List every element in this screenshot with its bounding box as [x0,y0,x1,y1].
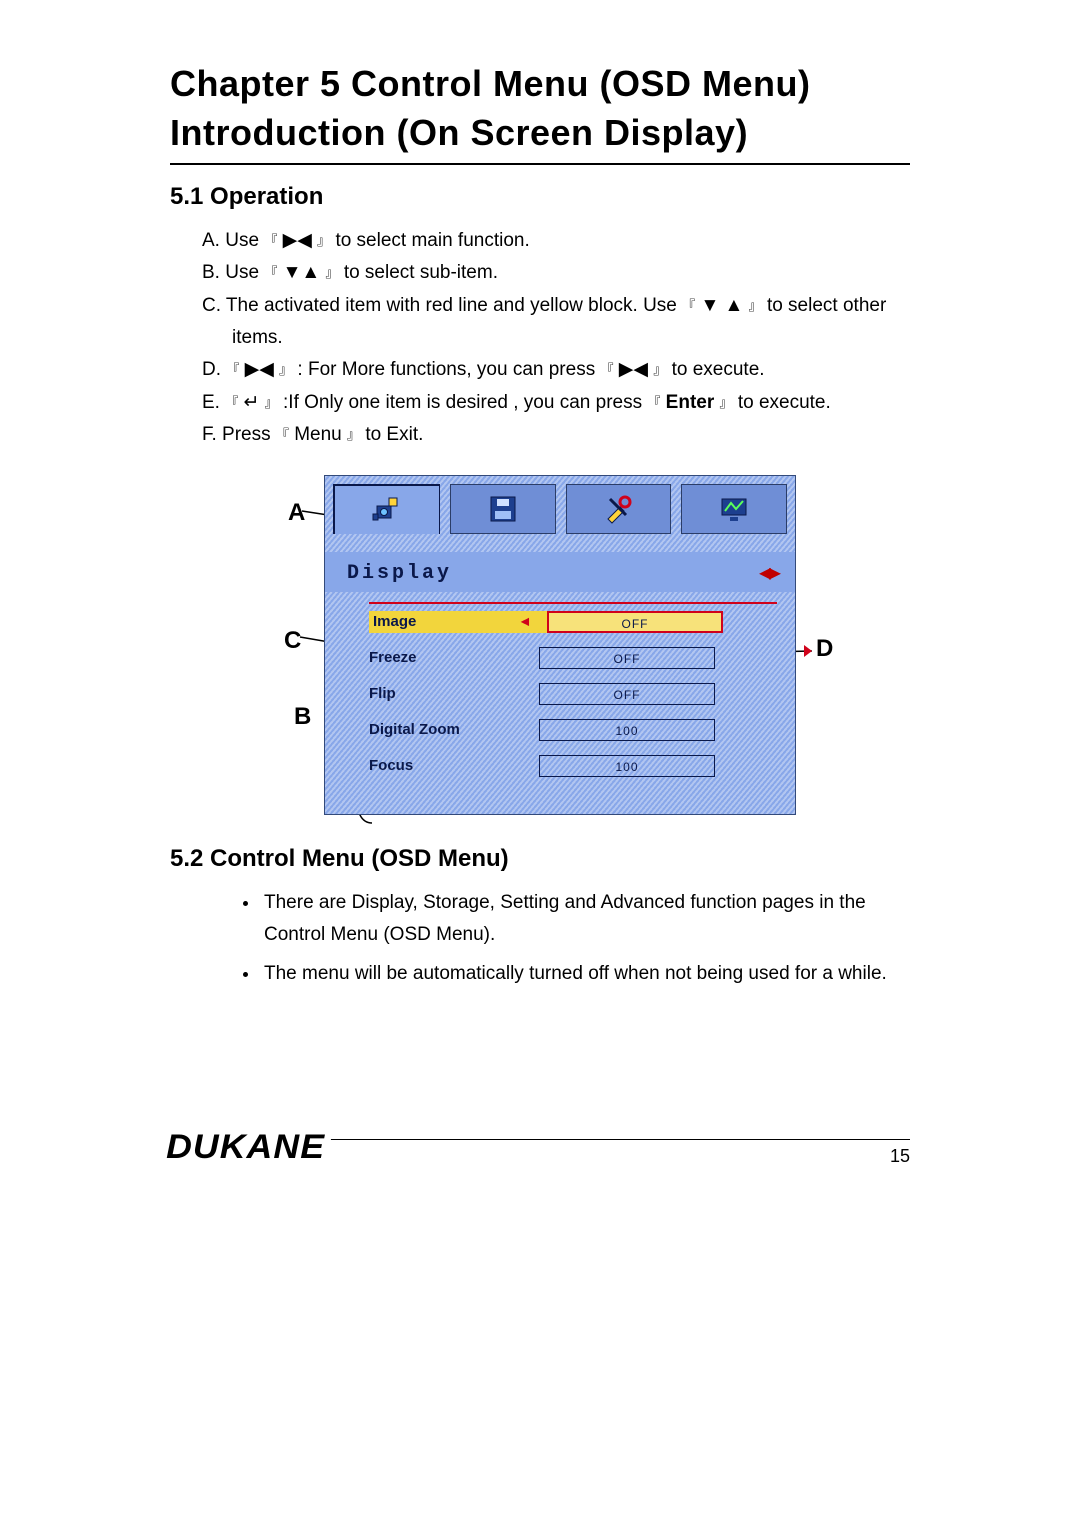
instruction-f: F. Press 『 Menu 』 to Exit. [202,419,910,451]
instruction-e: E. 『 ↵ 』 :If Only one item is desired , … [202,387,910,419]
osd-item-digital-zoom-value: 100 [539,719,715,741]
instruction-d: D. 『 ▶◀ 』 : For More functions, you can … [202,354,910,386]
osd-item-focus[interactable]: Focus 100 [369,748,777,784]
brand-logo: DUKANE [166,1128,331,1167]
page-number: 15 [890,1142,910,1167]
tools-icon [600,491,636,527]
osd-panel: Display ◀▶ Image ◀ OFF Freeze OFF Fl [324,475,796,815]
callout-b: B [294,703,311,731]
osd-tab-storage[interactable] [450,484,556,534]
osd-tab-advanced[interactable] [681,484,787,534]
instruction-a: A. Use 『 ▶◀ 』 to select main function. [202,225,910,257]
osd-tab-setting[interactable] [566,484,672,534]
osd-item-digital-zoom[interactable]: Digital Zoom 100 [369,712,777,748]
left-right-indicator-icon: ◀▶ [759,560,779,586]
callout-a: A [288,499,305,527]
osd-item-freeze-value: OFF [539,647,715,669]
osd-item-flip[interactable]: Flip OFF [369,676,777,712]
instruction-b: B. Use 『 ▼▲ 』 to select sub-item. [202,257,910,289]
osd-item-freeze[interactable]: Freeze OFF [369,640,777,676]
osd-item-image[interactable]: Image ◀ OFF [369,602,777,640]
bullet-2: The menu will be automatically turned of… [260,958,910,989]
title-rule [170,163,910,165]
osd-section-header: Display ◀▶ [325,552,795,592]
floppy-icon [485,491,521,527]
chapter-title-line2: Introduction (On Screen Display) [170,112,748,153]
callout-d: D [816,635,833,663]
camera-icon [369,492,405,528]
bullet-1: There are Display, Storage, Setting and … [260,887,910,950]
osd-section-label: Display [347,562,452,585]
operation-instructions: A. Use 『 ▶◀ 』 to select main function. B… [170,225,910,451]
chapter-title-line1: Chapter 5 Control Menu (OSD Menu) [170,63,811,104]
osd-tab-display[interactable] [333,484,440,534]
section-52-heading: 5.2 Control Menu (OSD Menu) [170,845,910,873]
chapter-title: Chapter 5 Control Menu (OSD Menu) Introd… [170,60,910,157]
osd-tab-row [325,476,795,552]
section-51-heading: 5.1 Operation [170,183,910,211]
osd-item-focus-value: 100 [539,755,715,777]
instruction-c: C. The activated item with red line and … [202,290,910,355]
callout-c: C [284,627,301,655]
section-52-bullets: There are Display, Storage, Setting and … [170,887,910,989]
osd-figure: A C B D [270,475,850,815]
osd-item-flip-value: OFF [539,683,715,705]
osd-body: Image ◀ OFF Freeze OFF Flip OFF Digital … [325,592,795,814]
left-arrow-icon: ◀ [521,614,529,631]
page-footer: DUKANE 15 [170,1139,910,1167]
monitor-icon [716,491,752,527]
osd-item-image-value: OFF [547,611,723,633]
